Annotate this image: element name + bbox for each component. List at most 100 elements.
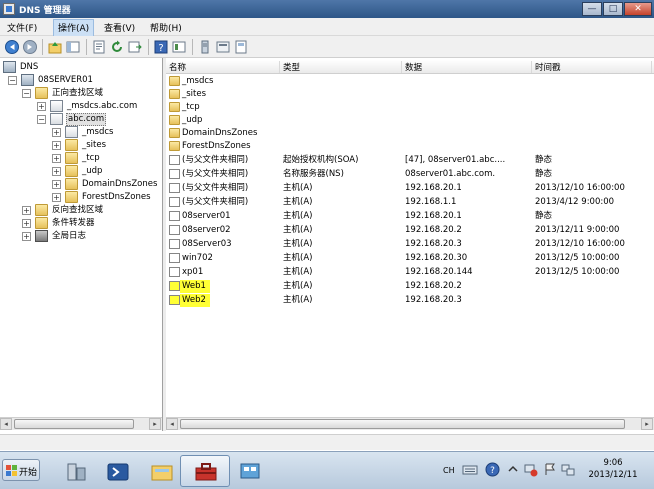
- server-icon[interactable]: [198, 40, 212, 54]
- list-item[interactable]: _sites: [166, 88, 654, 101]
- collapse-toggle[interactable]: −: [22, 89, 31, 98]
- expand-toggle[interactable]: +: [52, 141, 61, 150]
- close-button[interactable]: ✕: [624, 2, 652, 16]
- table-row[interactable]: 08server02 主机(A) 192.168.20.2 2013/12/11…: [166, 224, 654, 237]
- forward-arrow-icon[interactable]: [23, 40, 37, 54]
- network-warning-icon[interactable]: [524, 462, 538, 477]
- record-icon[interactable]: [234, 40, 248, 54]
- network-status-icon[interactable]: [561, 462, 575, 477]
- tree-item-abc-zone[interactable]: − abc.com: [37, 113, 162, 126]
- list-item[interactable]: _tcp: [166, 101, 654, 114]
- help-icon[interactable]: ?: [485, 462, 500, 477]
- scroll-left-icon[interactable]: ◂: [166, 418, 178, 430]
- taskbar-dns-manager[interactable]: [180, 455, 230, 487]
- list-horizontal-scrollbar[interactable]: ◂ ▸: [166, 417, 654, 430]
- column-header-data[interactable]: 数据: [402, 61, 532, 73]
- record-type: 主机(A): [283, 253, 313, 263]
- scroll-thumb[interactable]: [14, 419, 134, 429]
- record-type: 主机(A): [283, 183, 313, 193]
- expand-toggle[interactable]: +: [52, 180, 61, 189]
- help-icon[interactable]: ?: [154, 40, 168, 54]
- column-header-timestamp[interactable]: 时间戳: [532, 61, 652, 73]
- mmc-view-icon[interactable]: [172, 40, 186, 54]
- expand-toggle[interactable]: +: [22, 206, 31, 215]
- record-name: (与父文件夹相同): [182, 197, 249, 207]
- scroll-right-icon[interactable]: ▸: [149, 418, 161, 430]
- table-row[interactable]: (与父文件夹相同) 起始授权机构(SOA) [47], 08server01.a…: [166, 154, 654, 167]
- back-arrow-icon[interactable]: [5, 40, 19, 54]
- scroll-left-icon[interactable]: ◂: [0, 418, 12, 430]
- taskbar-powershell[interactable]: [92, 455, 142, 487]
- table-row-highlighted[interactable]: Web2 主机(A) 192.168.20.3: [166, 294, 654, 307]
- menu-view[interactable]: 查看(V): [104, 21, 135, 34]
- menu-action[interactable]: 操作(A): [53, 19, 95, 37]
- refresh-icon[interactable]: [110, 40, 124, 54]
- record-name: 08server01: [182, 211, 231, 221]
- expand-toggle[interactable]: +: [37, 102, 46, 111]
- table-row-highlighted[interactable]: Web1 主机(A) 192.168.20.2: [166, 280, 654, 293]
- list-item[interactable]: _msdcs: [166, 75, 654, 88]
- menu-file[interactable]: 文件(F): [7, 21, 37, 34]
- expand-toggle[interactable]: +: [52, 128, 61, 137]
- table-row[interactable]: win702 主机(A) 192.168.20.30 2013/12/5 10:…: [166, 252, 654, 265]
- scroll-thumb[interactable]: [180, 419, 625, 429]
- table-row[interactable]: xp01 主机(A) 192.168.20.144 2013/12/5 10:0…: [166, 266, 654, 279]
- table-row[interactable]: 08server01 主机(A) 192.168.20.1 静态: [166, 210, 654, 223]
- tree-item-conditional-forwarders[interactable]: + 条件转发器: [22, 217, 162, 230]
- menu-help[interactable]: 帮助(H): [150, 21, 182, 34]
- tree-item-msdcs-zone[interactable]: + _msdcs.abc.com: [37, 100, 162, 113]
- taskbar-explorer[interactable]: [136, 455, 186, 487]
- collapse-toggle[interactable]: −: [37, 115, 46, 124]
- export-list-icon[interactable]: [128, 40, 142, 54]
- action-center-flag-icon[interactable]: [543, 462, 557, 477]
- column-header-name[interactable]: 名称: [166, 61, 280, 73]
- list-item[interactable]: DomainDnsZones: [166, 127, 654, 140]
- maximize-button[interactable]: □: [603, 2, 623, 16]
- tree-item-forward-lookup[interactable]: − 正向查找区域: [22, 87, 162, 100]
- minimize-button[interactable]: —: [582, 2, 602, 16]
- tree-item-sites[interactable]: + _sites: [52, 139, 162, 152]
- toolbar-separator: [148, 39, 149, 55]
- expand-toggle[interactable]: +: [52, 154, 61, 163]
- table-row[interactable]: 08Server03 主机(A) 192.168.20.3 2013/12/10…: [166, 238, 654, 251]
- scroll-right-icon[interactable]: ▸: [641, 418, 653, 430]
- properties-icon[interactable]: [92, 40, 106, 54]
- tree-item-udp[interactable]: + _udp: [52, 165, 162, 178]
- tree-label: _udp: [82, 166, 103, 176]
- tree-item-msdcs[interactable]: + _msdcs: [52, 126, 162, 139]
- table-row[interactable]: (与父文件夹相同) 主机(A) 192.168.1.1 2013/4/12 9:…: [166, 196, 654, 209]
- record-name: Web1: [180, 280, 210, 293]
- tree-horizontal-scrollbar[interactable]: ◂ ▸: [0, 417, 162, 430]
- column-header-type[interactable]: 类型: [280, 61, 402, 73]
- list-item[interactable]: ForestDnsZones: [166, 140, 654, 153]
- zone-icon[interactable]: [216, 40, 230, 54]
- taskbar-network[interactable]: [224, 455, 274, 487]
- list-item[interactable]: _udp: [166, 114, 654, 127]
- tree-item-forestdnszones[interactable]: + ForestDnsZones: [52, 191, 162, 204]
- folder-icon: [169, 89, 180, 99]
- system-clock[interactable]: 9:06 2013/12/11: [575, 457, 651, 481]
- table-row[interactable]: (与父文件夹相同) 主机(A) 192.168.20.1 2013/12/10 …: [166, 182, 654, 195]
- item-name: _udp: [182, 115, 203, 125]
- record-data: 08server01.abc.com.: [405, 169, 496, 179]
- tree-item-domaindnszones[interactable]: + DomainDnsZones: [52, 178, 162, 191]
- record-type: 主机(A): [283, 225, 313, 235]
- show-hide-tree-icon[interactable]: [66, 40, 80, 54]
- collapse-toggle[interactable]: −: [8, 76, 17, 85]
- keyboard-icon[interactable]: [462, 463, 478, 477]
- tree-item-server[interactable]: − 08SERVER01: [8, 74, 158, 87]
- start-button[interactable]: 开始: [2, 459, 40, 481]
- expand-toggle[interactable]: +: [52, 193, 61, 202]
- language-indicator[interactable]: CH: [443, 466, 455, 475]
- expand-toggle[interactable]: +: [22, 219, 31, 228]
- expand-toggle[interactable]: +: [22, 232, 31, 241]
- up-folder-icon[interactable]: [48, 40, 62, 54]
- show-hidden-icons-icon[interactable]: [506, 462, 520, 477]
- tree-item-dns[interactable]: DNS: [3, 61, 153, 74]
- svg-text:?: ?: [158, 43, 163, 54]
- table-row[interactable]: (与父文件夹相同) 名称服务器(NS) 08server01.abc.com. …: [166, 168, 654, 181]
- tree-item-global-logs[interactable]: + 全局日志: [22, 230, 162, 243]
- tree-item-tcp[interactable]: + _tcp: [52, 152, 162, 165]
- expand-toggle[interactable]: +: [52, 167, 61, 176]
- tree-item-reverse-lookup[interactable]: + 反向查找区域: [22, 204, 162, 217]
